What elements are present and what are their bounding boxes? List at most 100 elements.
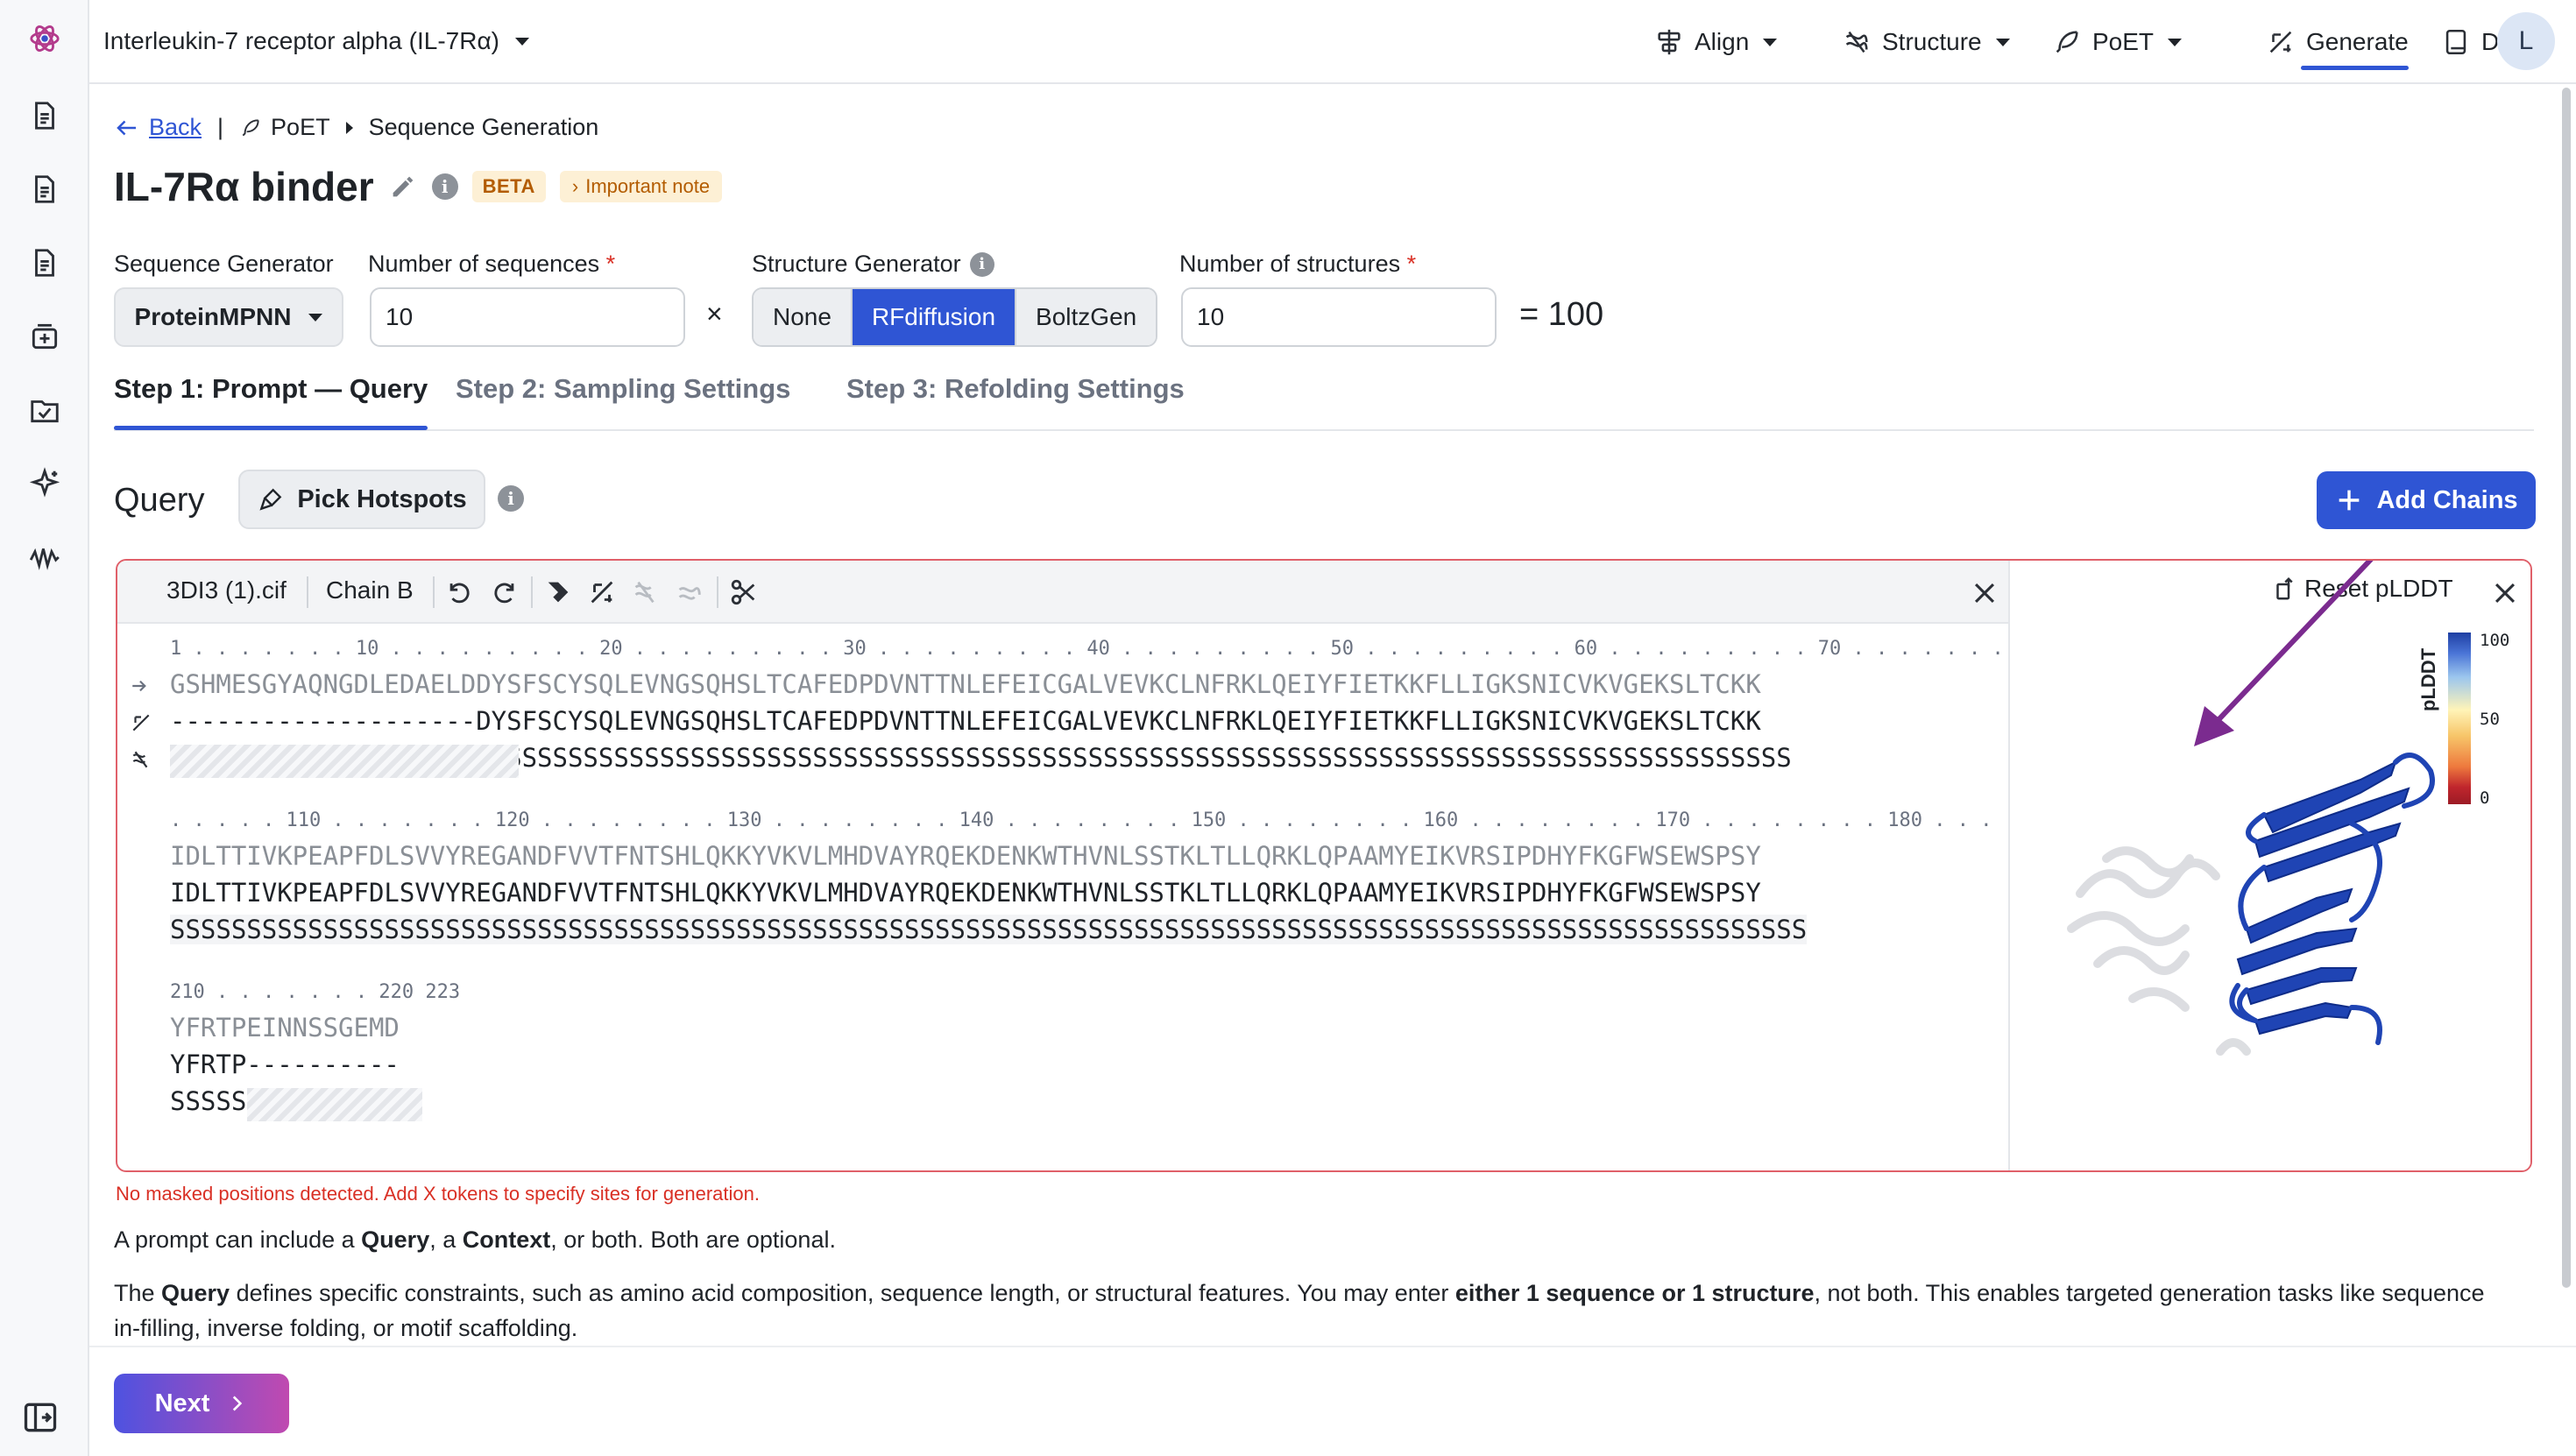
footer-bar: Next bbox=[89, 1346, 2576, 1456]
sparkle-icon[interactable] bbox=[22, 461, 67, 506]
desc-bold: Query bbox=[361, 1226, 430, 1253]
back-label: Back bbox=[149, 114, 202, 140]
query-description: The Query defines specific constraints, … bbox=[114, 1276, 2515, 1346]
required-mark: * bbox=[1406, 251, 1417, 277]
toolbar-divider bbox=[433, 576, 435, 608]
info-icon[interactable]: i bbox=[431, 173, 458, 200]
scissors-icon[interactable] bbox=[727, 576, 761, 609]
query-heading: Query bbox=[114, 482, 205, 519]
plddt-legend-min: 0 bbox=[2480, 788, 2490, 808]
toolbar-divider bbox=[531, 576, 533, 608]
close-icon[interactable] bbox=[2488, 576, 2522, 610]
waveform-icon[interactable] bbox=[22, 534, 67, 580]
document-icon[interactable] bbox=[22, 240, 67, 286]
sequence-generator-value: ProteinMPNN bbox=[134, 303, 292, 330]
residue-ruler: 210 . . . . . . . 220 223 bbox=[170, 981, 461, 1003]
chevron-down-icon bbox=[308, 313, 323, 322]
user-avatar[interactable]: L bbox=[2497, 12, 2555, 70]
chevron-down-icon bbox=[1763, 38, 1778, 46]
structure-row[interactable]: SSSSSSSSSSSSSSSSSSSSSSSSSSSSSSSSSSSSSSSS… bbox=[170, 915, 1808, 944]
collapse-sidebar-icon[interactable] bbox=[21, 1398, 60, 1437]
structure-viewer[interactable]: Reset pLDDT pLDDT 100 50 0 bbox=[2008, 561, 2530, 1170]
document-icon[interactable] bbox=[22, 166, 67, 212]
original-sequence-row[interactable]: IDLTTIVKPEAPFDLSVVYREGANDFVVTFNTSHLQKKYV… bbox=[170, 841, 1761, 871]
structure-generator-option-none[interactable]: None bbox=[754, 289, 853, 345]
chevron-down-icon bbox=[1995, 38, 2010, 46]
original-sequence-row[interactable]: YFRTPEINNSSGEMD bbox=[170, 1013, 400, 1043]
num-sequences-input[interactable]: 10 bbox=[370, 287, 685, 347]
mask-fill-icon[interactable] bbox=[541, 576, 575, 609]
breadcrumb-section[interactable]: PoET bbox=[239, 114, 330, 141]
back-link[interactable]: Back bbox=[114, 114, 202, 141]
document-icon[interactable] bbox=[22, 93, 67, 138]
desc-bold: Query bbox=[161, 1280, 230, 1306]
query-sequence-icon bbox=[130, 675, 152, 697]
align-icon bbox=[1658, 29, 1681, 55]
required-mark: * bbox=[605, 251, 616, 277]
nav-structure-label: Structure bbox=[1882, 28, 1982, 55]
breadcrumb-page: Sequence Generation bbox=[368, 114, 599, 140]
important-note-toggle[interactable]: › Important note bbox=[559, 171, 723, 202]
tab-step-1-prompt-query[interactable]: Step 1: Prompt — Query bbox=[114, 373, 428, 430]
unmask-structure-icon[interactable] bbox=[673, 576, 706, 609]
quill-icon bbox=[242, 118, 259, 136]
generated-sequence-row[interactable]: --------------------DYSFSCYSQLEVNGSQHSLT… bbox=[170, 706, 1761, 736]
mask-outline-icon[interactable] bbox=[585, 576, 619, 609]
app-logo-icon[interactable] bbox=[22, 16, 67, 61]
top-bar: Interleukin-7 receptor alpha (IL-7Rα) Al… bbox=[89, 0, 2576, 84]
add-chains-button[interactable]: Add Chains bbox=[2317, 471, 2536, 529]
desc-bold: Context bbox=[462, 1226, 551, 1253]
desc-text: , or both. Both are optional. bbox=[550, 1226, 836, 1253]
arrow-left-icon bbox=[117, 120, 136, 135]
num-structures-input[interactable]: 10 bbox=[1181, 287, 1497, 347]
plddt-legend-max: 100 bbox=[2480, 631, 2510, 650]
generated-sequence-row[interactable]: YFRTP---------- bbox=[170, 1050, 400, 1079]
quill-icon bbox=[2056, 31, 2078, 53]
nav-structure[interactable]: Structure bbox=[1842, 19, 2010, 65]
pick-hotspots-button[interactable]: Pick Hotspots bbox=[238, 470, 485, 529]
step-tabs: Step 1: Prompt — Query Step 2: Sampling … bbox=[114, 373, 2534, 431]
edit-pencil-icon[interactable] bbox=[388, 172, 418, 201]
add-folder-icon[interactable] bbox=[22, 314, 67, 359]
undo-icon[interactable] bbox=[443, 576, 477, 609]
generate-icon bbox=[2269, 31, 2292, 53]
nav-poet[interactable]: PoET bbox=[2052, 19, 2183, 65]
masked-region bbox=[170, 745, 519, 778]
tab-step-2-sampling[interactable]: Step 2: Sampling Settings bbox=[456, 373, 790, 405]
structure-generator-label-text: Structure Generator bbox=[752, 251, 961, 277]
original-sequence-row[interactable]: GSHMESGYAQNGDLEDAELDDYSFSCYSQLEVNGSQHSLT… bbox=[170, 669, 1761, 699]
generated-sequence-row[interactable]: IDLTTIVKPEAPFDLSVVYREGANDFVVTFNTSHLQKKYV… bbox=[170, 878, 1761, 908]
important-note-label: Important note bbox=[585, 175, 711, 197]
structure-generator-option-rfdiffusion[interactable]: RFdiffusion bbox=[852, 289, 1017, 345]
num-sequences-value: 10 bbox=[386, 303, 414, 330]
plddt-legend-mid: 50 bbox=[2480, 710, 2500, 729]
num-structures-label: Number of structures * bbox=[1179, 251, 1416, 278]
generate-icon bbox=[130, 711, 152, 734]
tab-step-3-refolding[interactable]: Step 3: Refolding Settings bbox=[846, 373, 1185, 405]
project-name: Interleukin-7 receptor alpha (IL-7Rα) bbox=[103, 27, 499, 54]
chain-selector[interactable]: Chain B bbox=[326, 576, 414, 604]
nav-generate[interactable]: Generate bbox=[2266, 19, 2409, 70]
page-scrollbar[interactable] bbox=[2562, 88, 2571, 1288]
breadcrumb: Back | PoET Sequence Generation bbox=[114, 114, 598, 141]
num-sequences-label-text: Number of sequences bbox=[368, 251, 600, 277]
structure-file-name[interactable]: 3DI3 (1).cif bbox=[166, 576, 287, 604]
nav-generate-label: Generate bbox=[2306, 28, 2409, 55]
close-icon[interactable] bbox=[1968, 576, 2001, 610]
next-label: Next bbox=[154, 1389, 210, 1417]
main-content: Back | PoET Sequence Generation IL-7Rα b… bbox=[89, 84, 2560, 1346]
structure-generator-option-boltzgen[interactable]: BoltzGen bbox=[1016, 289, 1157, 345]
redo-icon[interactable] bbox=[487, 576, 520, 609]
mask-structure-icon[interactable] bbox=[629, 576, 662, 609]
multiply-sign: × bbox=[706, 298, 723, 329]
toolbar-divider bbox=[717, 576, 718, 608]
total-count: = 100 bbox=[1519, 296, 1604, 333]
folder-check-icon[interactable] bbox=[22, 387, 67, 433]
sequence-generator-select[interactable]: ProteinMPNN bbox=[114, 287, 343, 347]
info-icon[interactable]: i bbox=[969, 251, 994, 277]
project-selector[interactable]: Interleukin-7 receptor alpha (IL-7Rα) bbox=[103, 21, 529, 61]
avatar-initial: L bbox=[2518, 26, 2534, 55]
info-icon[interactable]: i bbox=[498, 485, 524, 512]
next-button[interactable]: Next bbox=[114, 1374, 289, 1433]
nav-align[interactable]: Align bbox=[1654, 19, 1778, 65]
